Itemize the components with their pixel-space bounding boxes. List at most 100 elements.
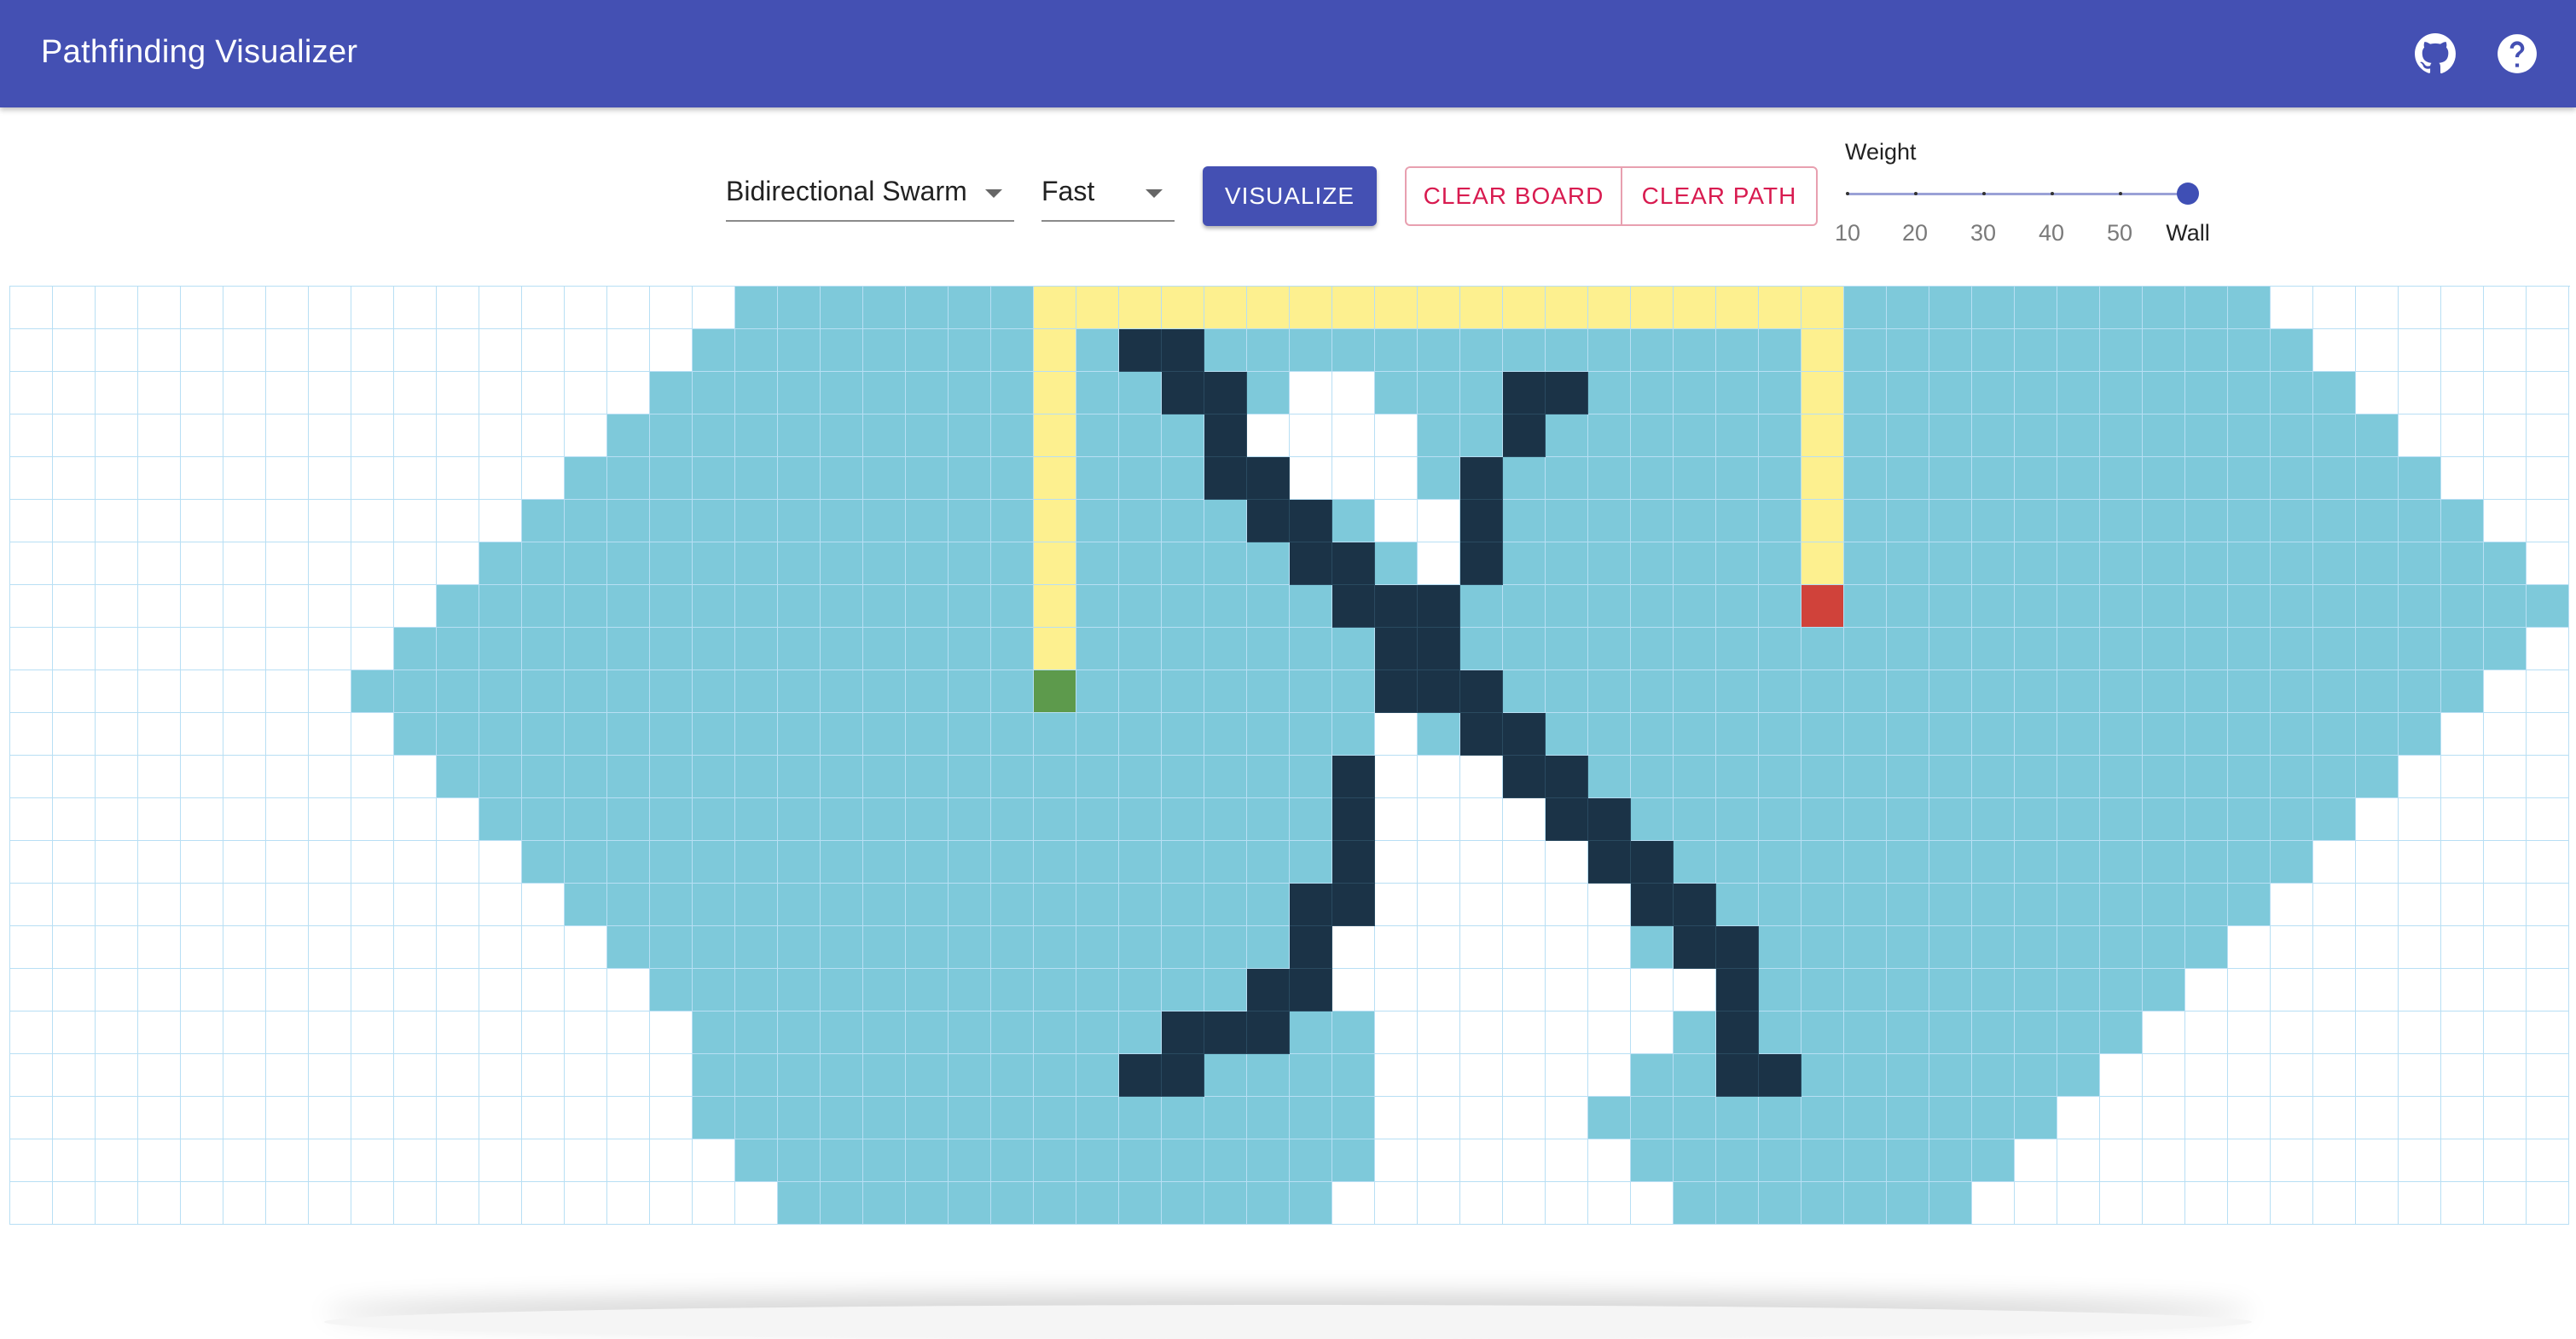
- grid-cell-visited[interactable]: [1290, 713, 1332, 756]
- grid-cell-visited[interactable]: [1887, 713, 1929, 756]
- grid-cell[interactable]: [223, 841, 266, 884]
- grid-cell-wall[interactable]: [1716, 926, 1759, 969]
- grid-cell-visited[interactable]: [1290, 1182, 1332, 1225]
- grid-cell-visited[interactable]: [991, 329, 1034, 372]
- grid-cell-wall[interactable]: [1119, 1054, 1162, 1097]
- grid-cell-visited[interactable]: [949, 287, 991, 329]
- grid-cell-visited[interactable]: [2313, 756, 2356, 798]
- grid-cell[interactable]: [2484, 1011, 2527, 1054]
- grid-cell-visited[interactable]: [1034, 1182, 1076, 1225]
- grid-cell[interactable]: [2527, 628, 2569, 670]
- grid-cell[interactable]: [2399, 287, 2441, 329]
- grid-cell-visited[interactable]: [1460, 329, 1503, 372]
- grid-cell-visited[interactable]: [863, 926, 906, 969]
- grid-cell-visited[interactable]: [1929, 1097, 1972, 1139]
- grid-cell[interactable]: [479, 457, 522, 500]
- grid-cell-visited[interactable]: [1375, 542, 1418, 585]
- grid-cell-visited[interactable]: [1076, 585, 1119, 628]
- grid-cell-visited[interactable]: [821, 969, 863, 1011]
- grid-cell-visited[interactable]: [1332, 713, 1375, 756]
- grid-cell-visited[interactable]: [778, 500, 821, 542]
- grid-cell[interactable]: [2484, 884, 2527, 926]
- grid-cell[interactable]: [522, 1011, 565, 1054]
- grid-cell[interactable]: [10, 670, 53, 713]
- grid-cell[interactable]: [309, 884, 351, 926]
- grid-cell[interactable]: [309, 329, 351, 372]
- grid-cell-visited[interactable]: [1929, 1182, 1972, 1225]
- grid-cell-visited[interactable]: [1929, 329, 1972, 372]
- grid-cell-visited[interactable]: [778, 884, 821, 926]
- grid-cell-visited[interactable]: [2185, 500, 2228, 542]
- grid-cell[interactable]: [2399, 1054, 2441, 1097]
- grid-cell[interactable]: [2313, 841, 2356, 884]
- grid-cell-visited[interactable]: [607, 500, 650, 542]
- grid-cell-visited[interactable]: [1631, 628, 1674, 670]
- grid-cell[interactable]: [607, 1182, 650, 1225]
- grid-cell-visited[interactable]: [2100, 798, 2143, 841]
- grid-cell[interactable]: [607, 1097, 650, 1139]
- grid-cell-visited[interactable]: [821, 713, 863, 756]
- grid-cell-visited[interactable]: [693, 926, 735, 969]
- grid-cell-visited[interactable]: [1759, 798, 1801, 841]
- grid-cell-visited[interactable]: [479, 585, 522, 628]
- grid-cell-path[interactable]: [1801, 287, 1844, 329]
- grid-cell[interactable]: [96, 500, 138, 542]
- grid-cell[interactable]: [1503, 841, 1546, 884]
- grid-cell-visited[interactable]: [1716, 798, 1759, 841]
- grid-cell-visited[interactable]: [1801, 1182, 1844, 1225]
- grid-cell-visited[interactable]: [1204, 585, 1247, 628]
- grid-cell-visited[interactable]: [1631, 670, 1674, 713]
- grid-cell-visited[interactable]: [821, 1054, 863, 1097]
- grid-cell[interactable]: [138, 756, 181, 798]
- grid-cell-visited[interactable]: [522, 756, 565, 798]
- grid-cell-visited[interactable]: [1546, 585, 1588, 628]
- grid-cell[interactable]: [394, 841, 437, 884]
- grid-cell-visited[interactable]: [1204, 542, 1247, 585]
- grid-cell[interactable]: [266, 926, 309, 969]
- grid-cell-wall[interactable]: [1332, 585, 1375, 628]
- grid-cell[interactable]: [2527, 1011, 2569, 1054]
- grid-cell-visited[interactable]: [2313, 500, 2356, 542]
- grid-cell[interactable]: [1460, 1011, 1503, 1054]
- grid-cell-visited[interactable]: [949, 1011, 991, 1054]
- grid-cell-wall[interactable]: [1460, 670, 1503, 713]
- grid-cell-visited[interactable]: [1119, 414, 1162, 457]
- grid-cell-visited[interactable]: [1801, 1011, 1844, 1054]
- grid-cell-visited[interactable]: [1716, 329, 1759, 372]
- grid-cell[interactable]: [2015, 1182, 2057, 1225]
- grid-cell-visited[interactable]: [863, 1182, 906, 1225]
- grid-cell-visited[interactable]: [1759, 969, 1801, 1011]
- grid-cell[interactable]: [650, 1097, 693, 1139]
- grid-cell[interactable]: [1588, 1011, 1631, 1054]
- grid-cell-visited[interactable]: [1844, 1182, 1887, 1225]
- grid-cell[interactable]: [2100, 1139, 2143, 1182]
- grid-cell[interactable]: [1546, 1097, 1588, 1139]
- grid-cell-wall[interactable]: [1460, 500, 1503, 542]
- grid-cell[interactable]: [2356, 926, 2399, 969]
- grid-cell-visited[interactable]: [778, 1182, 821, 1225]
- grid-cell-visited[interactable]: [607, 585, 650, 628]
- grid-cell[interactable]: [394, 1054, 437, 1097]
- grid-cell[interactable]: [53, 414, 96, 457]
- grid-cell-visited[interactable]: [394, 670, 437, 713]
- grid-cell-visited[interactable]: [2100, 542, 2143, 585]
- grid-cell[interactable]: [53, 670, 96, 713]
- grid-cell[interactable]: [181, 585, 223, 628]
- grid-cell-wall[interactable]: [1332, 841, 1375, 884]
- grid-cell-visited[interactable]: [2100, 670, 2143, 713]
- grid-cell-visited[interactable]: [1034, 1011, 1076, 1054]
- grid-cell-visited[interactable]: [1631, 713, 1674, 756]
- grid-cell[interactable]: [607, 969, 650, 1011]
- grid-cell-wall[interactable]: [1119, 329, 1162, 372]
- grid-cell-visited[interactable]: [2100, 756, 2143, 798]
- grid-cell-visited[interactable]: [1588, 628, 1631, 670]
- grid-cell[interactable]: [351, 798, 394, 841]
- grid-cell[interactable]: [394, 372, 437, 414]
- grid-cell-wall[interactable]: [1503, 713, 1546, 756]
- grid-cell[interactable]: [522, 414, 565, 457]
- grid-cell-visited[interactable]: [778, 287, 821, 329]
- grid-cell-visited[interactable]: [2271, 670, 2313, 713]
- grid-cell-visited[interactable]: [1332, 500, 1375, 542]
- grid-cell[interactable]: [351, 414, 394, 457]
- grid-cell[interactable]: [10, 969, 53, 1011]
